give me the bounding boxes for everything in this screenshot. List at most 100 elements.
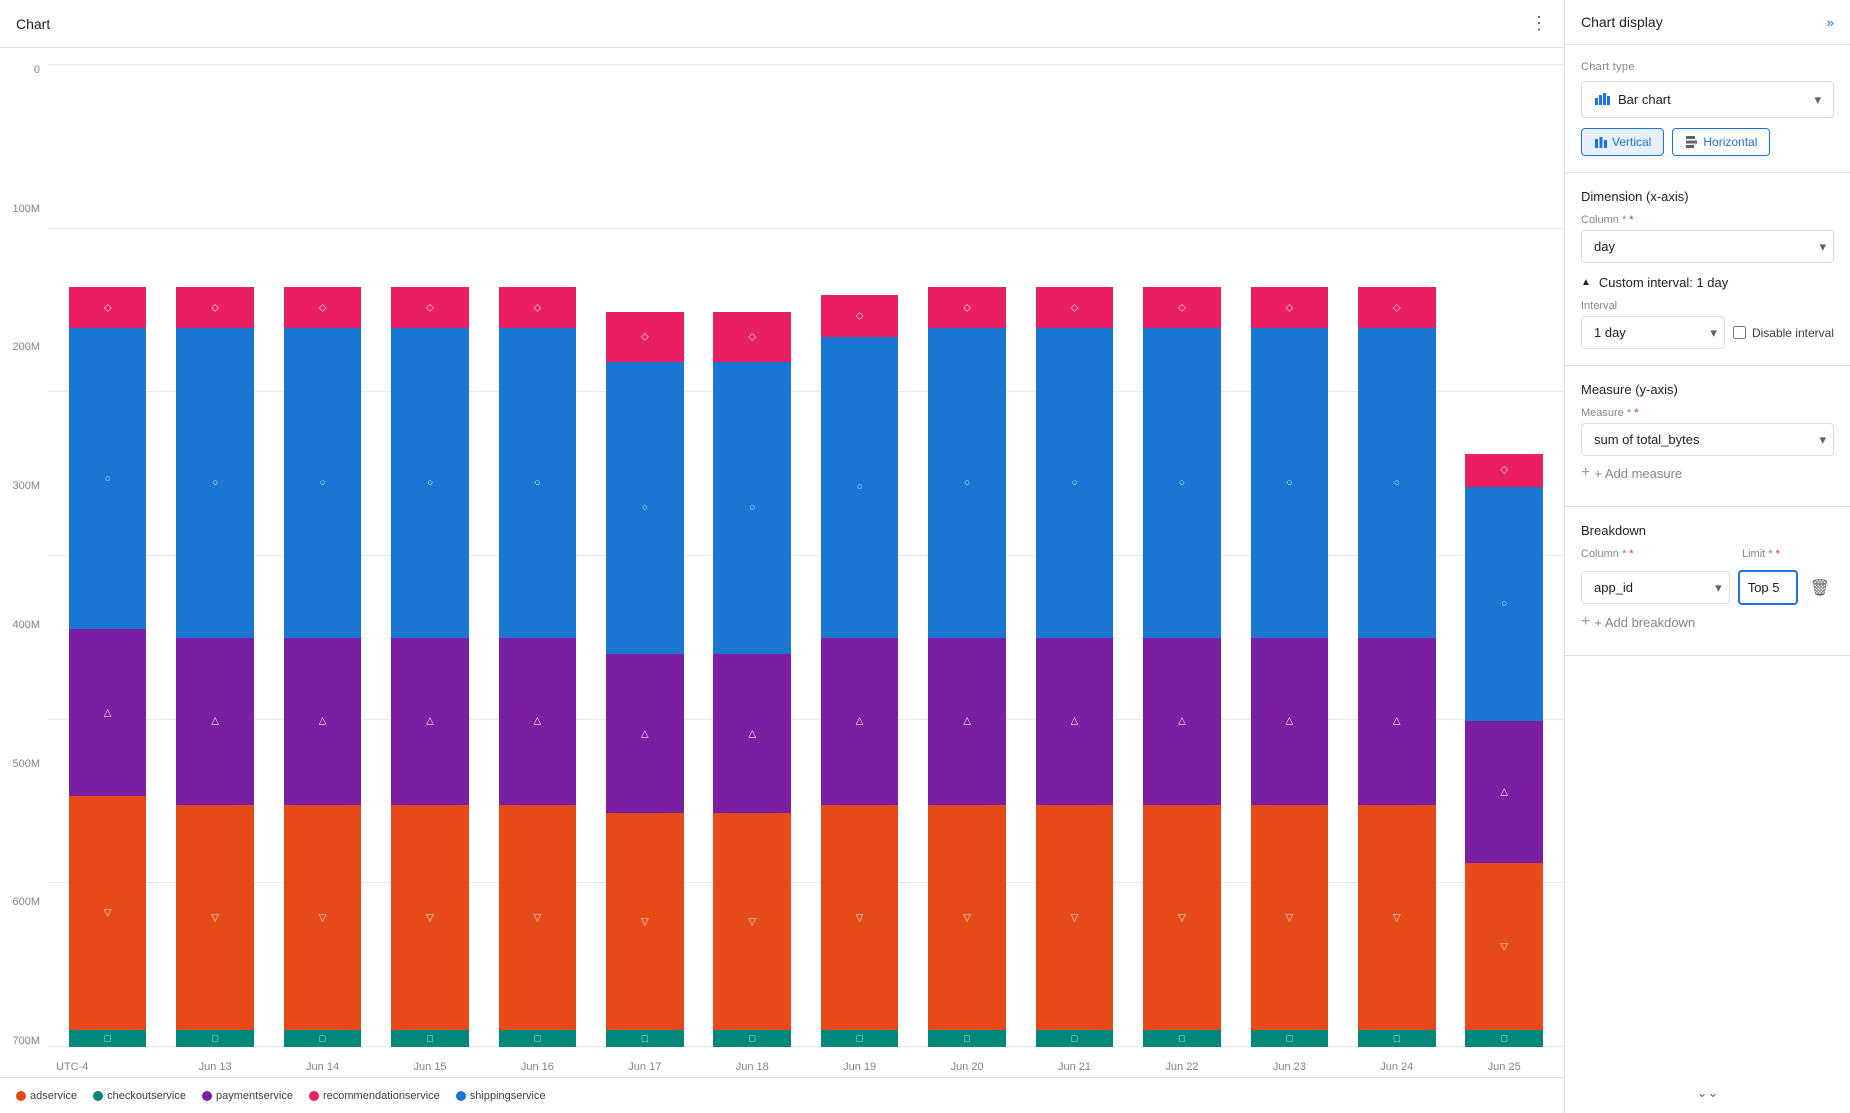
x-axis-label: Jun 17 bbox=[593, 1061, 696, 1073]
breakdown-row: app_id ▾ 🗑 bbox=[1581, 570, 1834, 605]
legend-label: shippingservice bbox=[470, 1090, 546, 1102]
bar-segment-blue: ○ bbox=[1251, 328, 1329, 637]
bar-group[interactable]: □▽△○◇ bbox=[56, 64, 159, 1047]
bar-segment-blue: ○ bbox=[1465, 487, 1543, 721]
bar-segment-pink: ◇ bbox=[928, 287, 1006, 329]
bar-group[interactable]: □▽△○◇ bbox=[163, 64, 266, 1047]
segment-icon-orange: ▽ bbox=[1393, 912, 1401, 923]
bar-group[interactable]: □▽△○◇ bbox=[915, 64, 1018, 1047]
segment-icon-pink: ◇ bbox=[856, 310, 864, 321]
y-axis-label: 200M bbox=[12, 341, 40, 353]
bar-segment-orange: ▽ bbox=[499, 805, 577, 1031]
measure-select-field[interactable]: sum of total_bytes ▾ bbox=[1581, 423, 1834, 456]
interval-select[interactable]: 1 day ▾ bbox=[1581, 316, 1725, 349]
horizontal-label: Horizontal bbox=[1703, 135, 1757, 149]
bar-segment-teal: □ bbox=[821, 1030, 899, 1047]
bar-segment-pink: ◇ bbox=[1036, 287, 1114, 329]
bar-segment-orange: ▽ bbox=[1143, 805, 1221, 1031]
x-axis-label: Jun 15 bbox=[378, 1061, 481, 1073]
breakdown-limit-input[interactable] bbox=[1738, 570, 1798, 605]
measure-dropdown[interactable]: sum of total_bytes bbox=[1581, 423, 1834, 456]
disable-interval-label[interactable]: Disable interval bbox=[1733, 326, 1834, 340]
chart-type-section: Chart type Bar chart ▾ Ve bbox=[1565, 45, 1850, 173]
bar-segment-pink: ◇ bbox=[1465, 454, 1543, 487]
column-field-label: Column * bbox=[1581, 214, 1834, 226]
bar-group[interactable]: □▽△○◇ bbox=[378, 64, 481, 1047]
bar-segment-pink: ◇ bbox=[1251, 287, 1329, 329]
bar-segment-pink: ◇ bbox=[1358, 287, 1436, 329]
segment-icon-teal: □ bbox=[320, 1033, 326, 1044]
expand-button[interactable]: ⌄⌄ bbox=[1696, 1081, 1720, 1105]
bar-group[interactable]: □▽△○◇ bbox=[1452, 64, 1555, 1047]
breakdown-limit-label: Limit * bbox=[1742, 548, 1802, 560]
dimension-section: Dimension (x-axis) Column * day ▾ ▲ Cust… bbox=[1565, 173, 1850, 366]
dimension-column-select[interactable]: day ▾ bbox=[1581, 230, 1834, 263]
bar-segment-orange: ▽ bbox=[713, 813, 791, 1030]
chart-type-arrow-icon: ▾ bbox=[1814, 92, 1821, 108]
bar-segment-blue: ○ bbox=[606, 362, 684, 654]
bar-segment-teal: □ bbox=[1465, 1030, 1543, 1047]
segment-icon-purple: △ bbox=[856, 716, 864, 727]
vertical-label: Vertical bbox=[1612, 135, 1651, 149]
bar-segment-orange: ▽ bbox=[69, 796, 147, 1030]
disable-interval-checkbox[interactable] bbox=[1733, 326, 1746, 339]
breakdown-limit-field[interactable] bbox=[1738, 570, 1798, 605]
bar-segment-purple: △ bbox=[1358, 638, 1436, 805]
bar-group[interactable]: □▽△○◇ bbox=[486, 64, 589, 1047]
x-axis-label: Jun 20 bbox=[915, 1061, 1018, 1073]
custom-interval-header[interactable]: ▲ Custom interval: 1 day bbox=[1581, 275, 1834, 290]
add-measure-label: + Add measure bbox=[1594, 466, 1682, 481]
bar-segment-purple: △ bbox=[713, 654, 791, 813]
bar-segment-blue: ○ bbox=[1036, 328, 1114, 637]
x-axis-label: Jun 21 bbox=[1023, 1061, 1126, 1073]
bar-group[interactable]: □▽△○◇ bbox=[1238, 64, 1341, 1047]
bar-segment-pink: ◇ bbox=[606, 312, 684, 362]
chart-type-label: Chart type bbox=[1581, 61, 1834, 73]
segment-icon-blue: ○ bbox=[427, 478, 433, 489]
breakdown-column-dropdown[interactable]: app_id bbox=[1581, 571, 1730, 604]
breakdown-column-select[interactable]: app_id ▾ bbox=[1581, 571, 1730, 604]
add-breakdown-button[interactable]: + + Add breakdown bbox=[1581, 605, 1834, 639]
segment-icon-blue: ○ bbox=[964, 478, 970, 489]
segment-icon-purple: △ bbox=[104, 707, 112, 718]
x-axis-label: Jun 19 bbox=[808, 1061, 911, 1073]
breakdown-section: Breakdown Column * Limit * app_id ▾ 🗑 bbox=[1565, 507, 1850, 656]
measure-heading: Measure (y-axis) bbox=[1581, 382, 1834, 397]
segment-icon-blue: ○ bbox=[1286, 478, 1292, 489]
bar-group[interactable]: □▽△○◇ bbox=[808, 64, 911, 1047]
segment-icon-purple: △ bbox=[534, 716, 542, 727]
bar-segment-teal: □ bbox=[1036, 1030, 1114, 1047]
interval-dropdown[interactable]: 1 day bbox=[1581, 316, 1725, 349]
dimension-column-dropdown[interactable]: day bbox=[1581, 230, 1834, 263]
segment-icon-pink: ◇ bbox=[963, 302, 971, 313]
legend-dot bbox=[456, 1091, 466, 1101]
segment-icon-orange: ▽ bbox=[104, 908, 112, 919]
bar-group[interactable]: □▽△○◇ bbox=[1345, 64, 1448, 1047]
bar-segment-orange: ▽ bbox=[1036, 805, 1114, 1031]
bar-group[interactable]: □▽△○◇ bbox=[1023, 64, 1126, 1047]
legend-label: checkoutservice bbox=[107, 1090, 186, 1102]
horizontal-button[interactable]: Horizontal bbox=[1672, 128, 1770, 156]
chart-inner: 700M600M500M400M300M200M100M0 □▽△○◇□▽△○◇… bbox=[0, 56, 1564, 1077]
segment-icon-orange: ▽ bbox=[963, 912, 971, 923]
bar-group[interactable]: □▽△○◇ bbox=[1130, 64, 1233, 1047]
bar-group[interactable]: □▽△○◇ bbox=[271, 64, 374, 1047]
chart-title: Chart bbox=[16, 16, 50, 32]
collapse-icon[interactable]: » bbox=[1827, 15, 1834, 30]
segment-icon-purple: △ bbox=[319, 716, 327, 727]
vertical-button[interactable]: Vertical bbox=[1581, 128, 1664, 156]
bar-group[interactable]: □▽△○◇ bbox=[701, 64, 804, 1047]
bar-segment-pink: ◇ bbox=[713, 312, 791, 362]
more-options-icon[interactable]: ⋮ bbox=[1530, 13, 1548, 34]
add-measure-button[interactable]: + + Add measure bbox=[1581, 456, 1834, 490]
segment-icon-pink: ◇ bbox=[534, 302, 542, 313]
add-breakdown-icon: + bbox=[1581, 613, 1590, 631]
breakdown-delete-icon[interactable]: 🗑 bbox=[1806, 574, 1834, 602]
x-axis-label: Jun 13 bbox=[163, 1061, 266, 1073]
segment-icon-orange: ▽ bbox=[319, 912, 327, 923]
x-labels: UTC-4Jun 13Jun 14Jun 15Jun 16Jun 17Jun 1… bbox=[48, 1061, 1564, 1073]
bar-group[interactable]: □▽△○◇ bbox=[593, 64, 696, 1047]
bar-segment-teal: □ bbox=[391, 1030, 469, 1047]
disable-interval-text: Disable interval bbox=[1752, 326, 1834, 340]
chart-type-field[interactable]: Bar chart ▾ bbox=[1581, 81, 1834, 118]
